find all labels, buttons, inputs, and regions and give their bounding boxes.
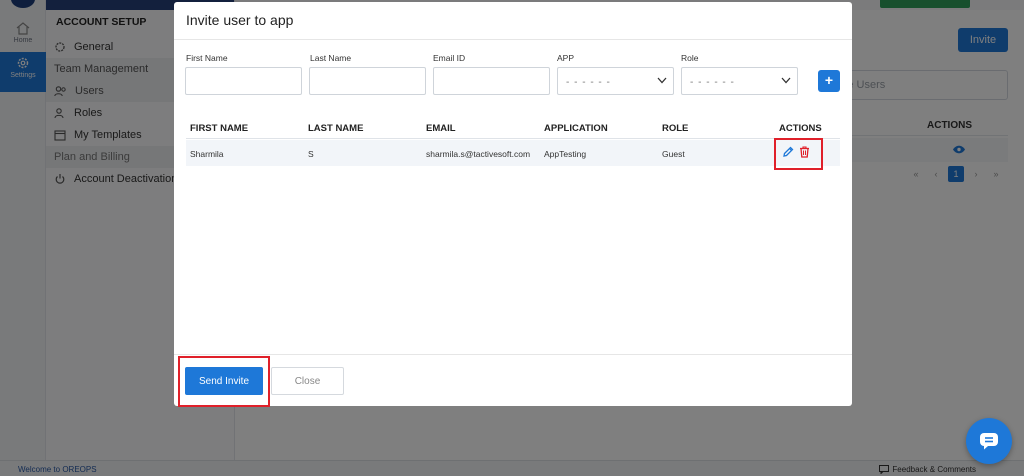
last-name-input[interactable] <box>309 67 426 95</box>
email-label: Email ID <box>433 53 466 63</box>
col-application: APPLICATION <box>544 123 608 134</box>
close-button[interactable]: Close <box>271 367 344 395</box>
col-email: EMAIL <box>426 123 456 134</box>
col-role: ROLE <box>662 123 689 134</box>
cell-last-name: S <box>308 149 314 159</box>
modal-title: Invite user to app <box>186 12 294 28</box>
send-invite-button[interactable]: Send Invite <box>185 367 263 395</box>
col-first-name: FIRST NAME <box>190 123 249 134</box>
email-input[interactable] <box>433 67 550 95</box>
first-name-input[interactable] <box>185 67 302 95</box>
last-name-label: Last Name <box>310 53 352 63</box>
table-header-divider <box>186 138 840 139</box>
col-actions: ACTIONS <box>779 123 822 134</box>
col-last-name: LAST NAME <box>308 123 364 134</box>
chevron-down-icon <box>781 77 791 84</box>
cell-role: Guest <box>662 149 685 159</box>
role-select[interactable]: - - - - - - <box>681 67 798 95</box>
chevron-down-icon <box>657 77 667 84</box>
app-select-value: - - - - - - <box>566 77 611 88</box>
role-select-value: - - - - - - <box>690 77 735 88</box>
modal-header-divider <box>174 39 852 40</box>
role-label: Role <box>681 53 699 63</box>
cell-first-name: Sharmila <box>190 149 224 159</box>
app-label: APP <box>557 53 575 63</box>
cell-application: AppTesting <box>544 149 587 159</box>
modal-footer-divider <box>174 354 852 355</box>
chat-widget-button[interactable] <box>966 418 1012 464</box>
cell-email: sharmila.s@tactivesoft.com <box>426 149 531 159</box>
add-row-button[interactable]: + <box>818 70 840 92</box>
invite-user-modal: Invite user to app First Name Last Name … <box>174 2 852 407</box>
edit-pencil-icon[interactable] <box>782 146 794 158</box>
trash-icon[interactable] <box>799 146 810 158</box>
chat-icon <box>980 433 998 450</box>
first-name-label: First Name <box>186 53 228 63</box>
app-select[interactable]: - - - - - - <box>557 67 674 95</box>
